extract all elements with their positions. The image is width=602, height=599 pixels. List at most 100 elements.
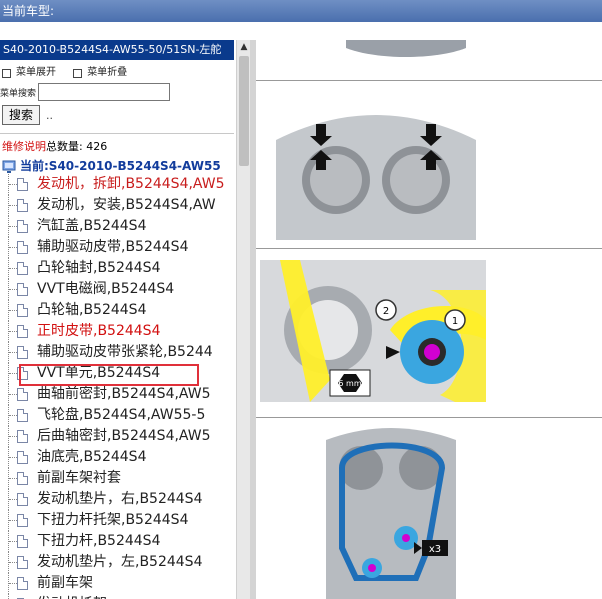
tree-item[interactable]: 辅助驱动皮带张紧轮,B5244 [0, 342, 236, 363]
engine-diagram-2-art [276, 100, 476, 240]
tree-item[interactable]: 曲轴前密封,B5244S4,AW5 [0, 384, 236, 405]
tree-item-label: 下扭力杆,B5244S4 [37, 533, 161, 549]
tree: 发动机，拆卸,B5244S4,AW5 发动机，安装,B5244S4,AW 汽缸盖,B… [0, 174, 236, 599]
tree-item-label: 汽缸盖,B5244S4 [37, 218, 147, 234]
tree-item-label: 凸轮轴封,B5244S4 [37, 260, 161, 276]
tree-item[interactable]: 油底壳,B5244S4 [0, 447, 236, 468]
tree-connector [9, 205, 17, 206]
expand-menu-button[interactable]: 菜单展开 [2, 66, 56, 80]
document-icon [17, 556, 28, 569]
tree-item-label: 下扭力杆托架,B5244S4 [37, 512, 189, 528]
count-row: 维修说明总数量: 426 [2, 140, 236, 154]
search-input[interactable] [38, 83, 171, 101]
scroll-thumb[interactable] [239, 56, 249, 166]
tree-item[interactable]: 凸轮轴封,B5244S4 [0, 258, 236, 279]
tree-item[interactable]: VVT电磁阀,B5244S4 [0, 279, 236, 300]
document-icon [17, 346, 28, 359]
search-button[interactable]: 搜索 [2, 105, 40, 125]
tree-item-label: VVT电磁阀,B5244S4 [37, 281, 175, 297]
tree-item[interactable]: 下扭力杆托架,B5244S4 [0, 510, 236, 531]
search-dots: .. [46, 108, 53, 122]
collapse-menu-button[interactable]: 菜单折叠 [73, 66, 127, 80]
thumbnails: 2 1 6 mm x3 [256, 40, 602, 599]
collapse-label: 菜单折叠 [87, 67, 128, 78]
count-label: 总数量: [46, 140, 83, 153]
scroll-up-icon[interactable]: ▲ [239, 42, 249, 52]
search-label: 菜单搜索 [0, 88, 37, 99]
tree-item-label: 后曲轴密封,B5244S4,AW5 [37, 428, 211, 444]
tree-item[interactable]: 辅助驱动皮带,B5244S4 [0, 237, 236, 258]
menu-ops: 菜单展开 菜单折叠 [2, 66, 236, 80]
document-icon [17, 220, 28, 233]
engine-diagram-1[interactable] [346, 40, 466, 60]
search-row: 菜单搜索 [0, 82, 236, 102]
tree-item-label: 发动机垫片，右,B5244S4 [37, 491, 203, 507]
tree-item-label: 发动机垫片，左,B5244S4 [37, 554, 203, 570]
tree-connector [9, 541, 17, 542]
tree-item-label: 油底壳,B5244S4 [37, 449, 147, 465]
search-button-row: 搜索 .. [2, 105, 236, 125]
tree-item-label: 飞轮盘,B5244S4,AW55-5 [37, 407, 206, 423]
tree-connector [9, 352, 17, 353]
separator [256, 248, 602, 249]
qty-label: x3 [429, 544, 441, 555]
tree-item-label: 曲轴前密封,B5244S4,AW5 [37, 386, 211, 402]
document-icon [17, 241, 28, 254]
document-icon [17, 199, 28, 212]
tree-connector [9, 310, 17, 311]
document-icon [17, 472, 28, 485]
tree-connector [9, 226, 17, 227]
tree-item-label: 辅助驱动皮带张紧轮,B5244 [37, 344, 213, 360]
callout-2: 2 [383, 306, 389, 317]
document-icon [17, 367, 28, 380]
count-value: 426 [86, 140, 108, 153]
tree-item[interactable]: 下扭力杆,B5244S4 [0, 531, 236, 552]
collapse-icon [73, 68, 83, 78]
tree-item[interactable]: 汽缸盖,B5244S4 [0, 216, 236, 237]
expand-icon [2, 68, 11, 78]
tree-connector [9, 415, 17, 416]
tree-connector [9, 289, 17, 290]
timing-belt-diagram[interactable]: 2 1 6 mm [260, 260, 486, 402]
tree-item-label: 辅助驱动皮带,B5244S4 [37, 239, 189, 255]
tree-item-label: 凸轮轴,B5244S4 [37, 302, 147, 318]
tree-item[interactable]: 正时皮带,B5244S4 [0, 321, 236, 342]
count-prefix: 维修说明 [2, 140, 46, 153]
document-icon [17, 430, 28, 443]
tree-item[interactable]: 飞轮盘,B5244S4,AW55-5 [0, 405, 236, 426]
left-panel: S40-2010-B5244S4-AW55-50/51SN-左舵 菜单展开 菜单… [0, 40, 236, 599]
model-header: S40-2010-B5244S4-AW55-50/51SN-左舵 [0, 40, 234, 60]
tree-connector [9, 520, 17, 521]
tree-item[interactable]: 发动机垫片，右,B5244S4 [0, 489, 236, 510]
current-node[interactable]: 当前:S40-2010-B5244S4-AW55 [2, 158, 236, 175]
document-icon [17, 283, 28, 296]
tree-item-label: 发动机，安装,B5244S4,AW [37, 197, 216, 213]
tree-item-label: 前副车架 [37, 575, 93, 591]
tree-item[interactable]: 发动机，安装,B5244S4,AW [0, 195, 236, 216]
tree-connector [9, 457, 17, 458]
tree-item[interactable]: 发动机托架 [0, 594, 236, 599]
document-icon [17, 262, 28, 275]
tree-item-label: 发动机，拆卸,B5244S4,AW5 [37, 176, 225, 192]
tree-connector [9, 583, 17, 584]
engine-diagram-2[interactable] [276, 100, 476, 240]
tree-item-label: 正时皮带,B5244S4 [37, 323, 161, 339]
tree-connector [9, 331, 17, 332]
tree-item[interactable]: 后曲轴密封,B5244S4,AW5 [0, 426, 236, 447]
tree-item[interactable]: VVT单元,B5244S4 [0, 363, 236, 384]
tree-item-label: 前副车架衬套 [37, 470, 121, 486]
tree-item[interactable]: 发动机，拆卸,B5244S4,AW5 [0, 174, 236, 195]
tree-item[interactable]: 发动机垫片，左,B5244S4 [0, 552, 236, 573]
title-text: 当前车型: [2, 4, 55, 18]
tree-connector [9, 184, 17, 185]
document-icon [17, 493, 28, 506]
document-icon [17, 451, 28, 464]
tree-item[interactable]: 前副车架 [0, 573, 236, 594]
separator [256, 417, 602, 418]
left-scrollbar[interactable]: ▲ [236, 40, 251, 599]
engine-diagram-1-art [346, 40, 466, 60]
tree-item[interactable]: 凸轮轴,B5244S4 [0, 300, 236, 321]
tree-item[interactable]: 前副车架衬套 [0, 468, 236, 489]
engine-diagram-4[interactable]: x3 [296, 428, 486, 599]
tree-connector [9, 247, 17, 248]
